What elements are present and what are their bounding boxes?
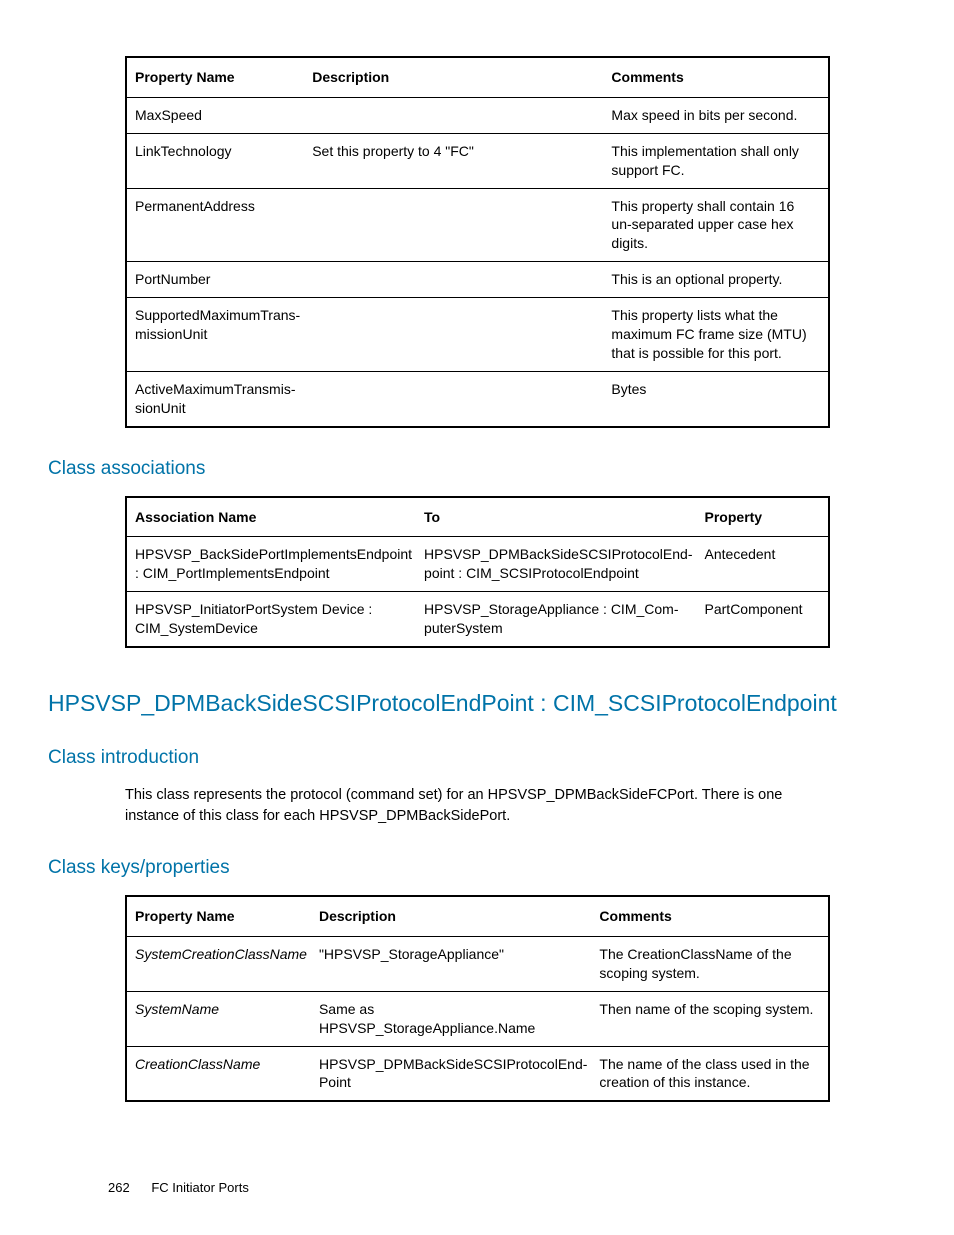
cell-description: HPSVSP_DPMBackSideSCSIProtocolEnd­Point [317,1046,597,1101]
cell-association: HPSVSP_InitiatorPortSystem Device : CIM_… [126,592,422,647]
cell-property: SystemCreationClassName [126,936,317,991]
table-row: SystemCreationClassName "HPSVSP_StorageA… [126,936,829,991]
cell-description [310,262,609,298]
keys-properties-table: Property Name Description Comments Syste… [125,895,830,1102]
col-header: Description [317,896,597,936]
table-row: MaxSpeed Max speed in bits per second. [126,97,829,133]
page-footer: 262 FC Initiator Ports [108,1180,249,1195]
table-row: SystemName Same as HPSVSP_StorageApplian… [126,991,829,1046]
heading-class-keys-properties: Class keys/properties [48,857,856,879]
table-row: PortNumber This is an optional property. [126,262,829,298]
associations-table: Association Name To Property HPSVSP_Back… [125,496,830,648]
properties-table-1: Property Name Description Comments MaxSp… [125,56,830,428]
col-header: Property Name [126,57,310,97]
cell-to: HPSVSP_DPMBackSideSCSIProtocolEnd­point … [422,537,702,592]
table-row: SupportedMaximumTrans­missionUnit This p… [126,298,829,372]
cell-comments: This property lists what the maximum FC … [609,298,829,372]
cell-description [310,188,609,262]
cell-property: PortNumber [126,262,310,298]
cell-association: HPSVSP_BackSidePortImplementsEndpoint : … [126,537,422,592]
cell-to: HPSVSP_StorageAppliance : CIM_Com­puterS… [422,592,702,647]
col-header: Description [310,57,609,97]
cell-property: PermanentAddress [126,188,310,262]
cell-property: Antecedent [703,537,829,592]
cell-property: SupportedMaximumTrans­missionUnit [126,298,310,372]
cell-description: "HPSVSP_StorageAppliance" [317,936,597,991]
cell-comments: Bytes [609,371,829,426]
cell-property: CreationClassName [126,1046,317,1101]
cell-description: Same as HPSVSP_StorageAppliance.Name [317,991,597,1046]
cell-property: LinkTechnology [126,133,310,188]
cell-property: ActiveMaximumTransmis­sionUnit [126,371,310,426]
heading-class-associations: Class associations [48,458,856,480]
cell-comments: This is an optional property. [609,262,829,298]
cell-comments: This property shall contain 16 un-separa… [609,188,829,262]
cell-comments: This implementation shall only support F… [609,133,829,188]
table-row: HPSVSP_BackSidePortImplementsEndpoint : … [126,537,829,592]
table-row: ActiveMaximumTransmis­sionUnit Bytes [126,371,829,426]
cell-property: PartComponent [703,592,829,647]
page-number: 262 [108,1180,130,1195]
footer-section: FC Initiator Ports [151,1180,249,1195]
heading-class-title: HPSVSP_DPMBackSideSCSIProtocolEndPoint :… [48,690,856,717]
table-row: HPSVSP_InitiatorPortSystem Device : CIM_… [126,592,829,647]
cell-comments: The name of the class used in the cre­at… [597,1046,829,1101]
cell-comments: Then name of the scoping system. [597,991,829,1046]
col-header: Property [703,497,829,537]
cell-description: Set this property to 4 "FC" [310,133,609,188]
cell-property: MaxSpeed [126,97,310,133]
col-header: Comments [597,896,829,936]
table-row: LinkTechnology Set this property to 4 "F… [126,133,829,188]
col-header: Comments [609,57,829,97]
col-header: To [422,497,702,537]
col-header: Association Name [126,497,422,537]
intro-paragraph: This class represents the protocol (comm… [125,785,830,827]
table-row: CreationClassName HPSVSP_DPMBackSideSCSI… [126,1046,829,1101]
cell-description [310,97,609,133]
col-header: Property Name [126,896,317,936]
table-row: PermanentAddress This property shall con… [126,188,829,262]
cell-description [310,371,609,426]
heading-class-introduction: Class introduction [48,747,856,769]
cell-comments: The CreationClassName of the scoping sys… [597,936,829,991]
cell-property: SystemName [126,991,317,1046]
cell-comments: Max speed in bits per second. [609,97,829,133]
cell-description [310,298,609,372]
